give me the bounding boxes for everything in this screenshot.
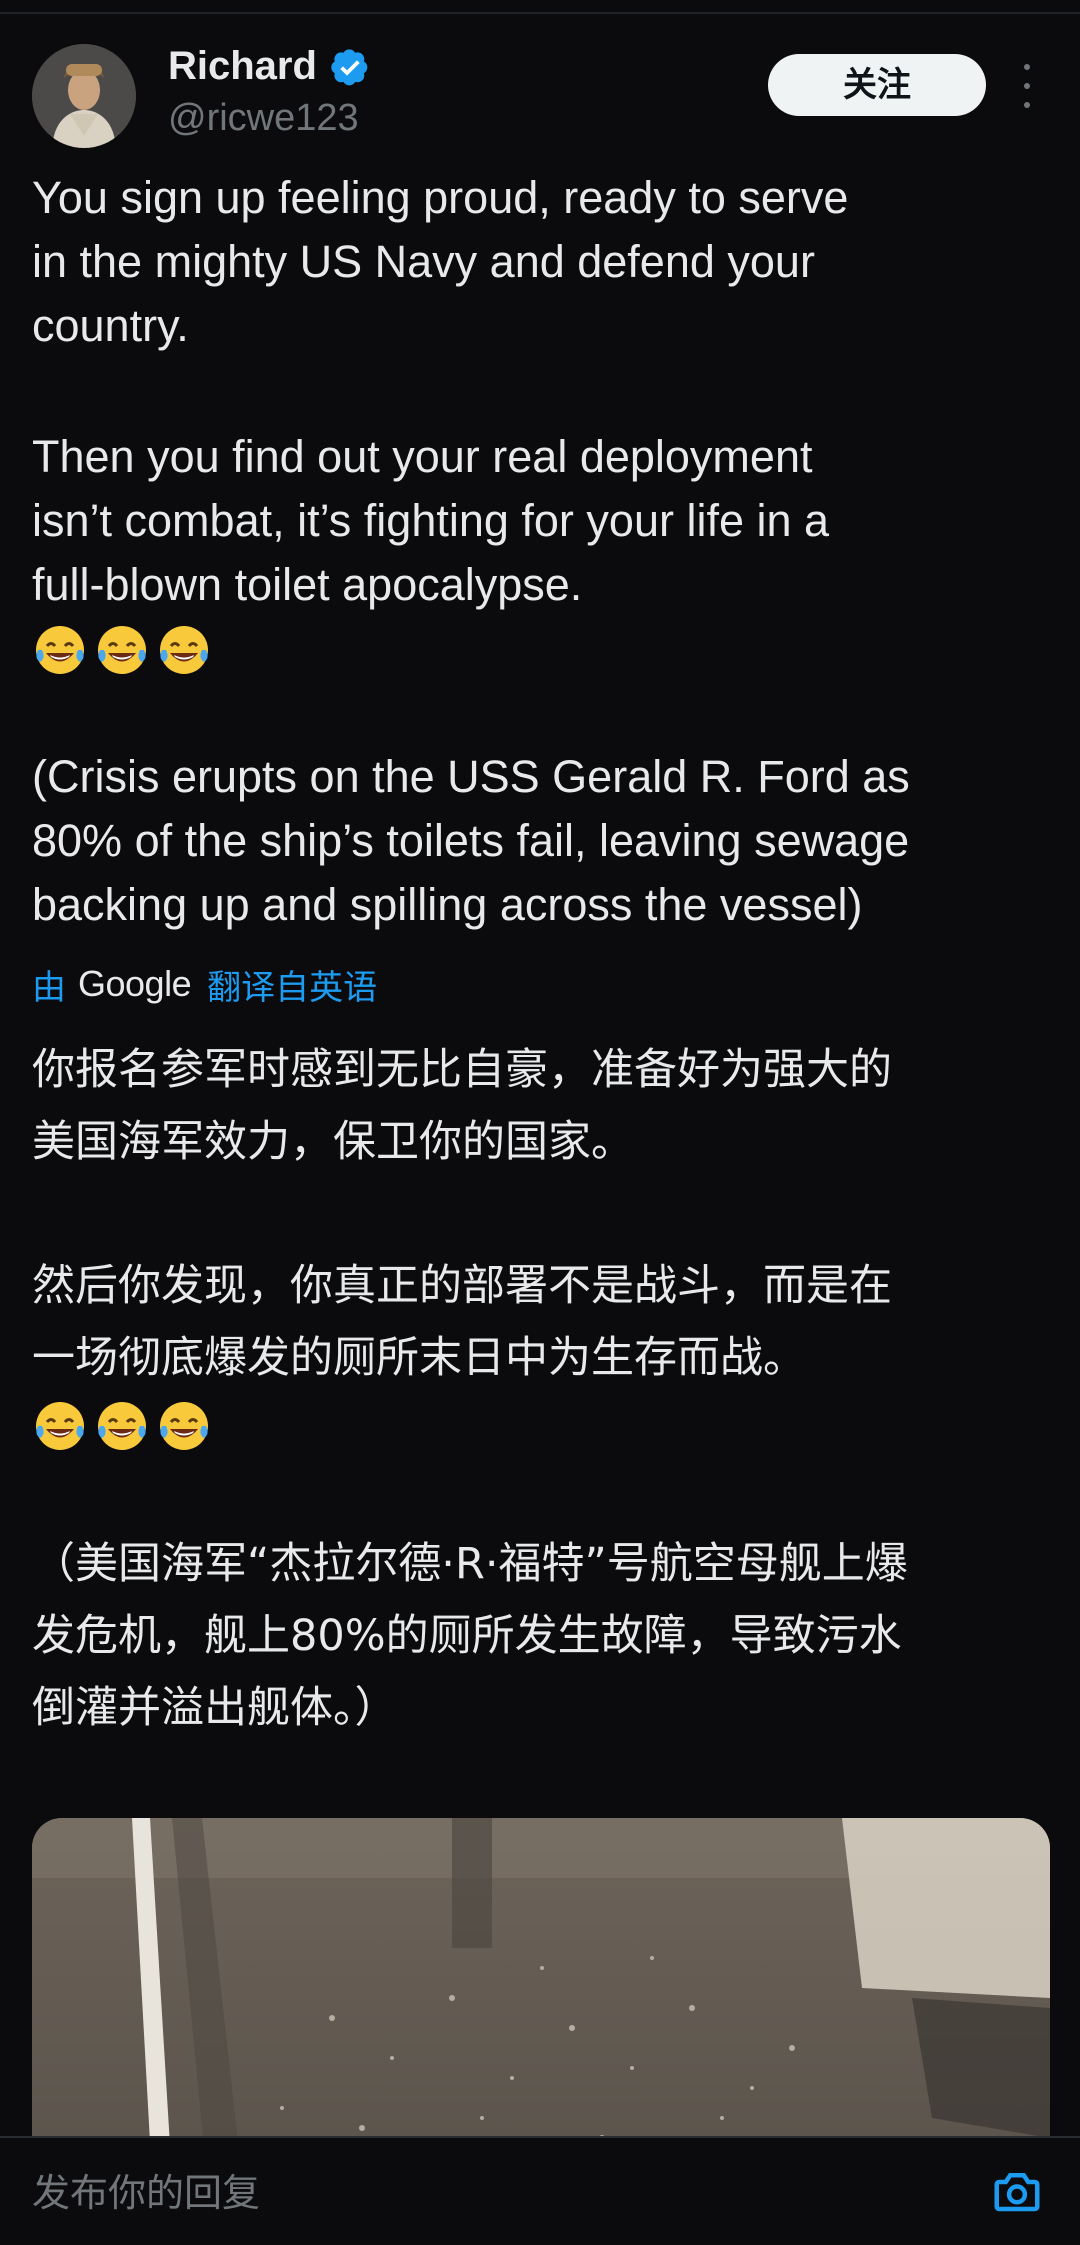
google-logo: Google xyxy=(78,963,192,1004)
face-with-tears-of-joy-icon xyxy=(98,626,146,674)
translated-paragraph-2: 然后你发现，你真正的部署不是战斗，而是在 一场彻底爆发的厕所末日中为生存而战。 xyxy=(32,1261,892,1383)
face-with-tears-of-joy-icon xyxy=(160,1402,208,1450)
more-vertical-icon[interactable] xyxy=(1012,64,1042,108)
follow-button[interactable]: 关注 xyxy=(768,54,986,116)
face-with-tears-of-joy-icon xyxy=(160,626,208,674)
face-with-tears-of-joy-icon xyxy=(36,626,84,674)
face-with-tears-of-joy-icon xyxy=(36,1402,84,1450)
user-handle[interactable]: @ricwe123 xyxy=(168,94,359,142)
display-name[interactable]: Richard xyxy=(168,40,317,92)
camera-icon[interactable] xyxy=(990,2164,1044,2218)
post-media-video[interactable] xyxy=(32,1818,1050,2178)
avatar[interactable] xyxy=(32,44,136,148)
translated-paragraph-1: 你报名参军时感到无比自豪，准备好为强大的 美国海军效力，保卫你的国家。 xyxy=(32,1045,892,1167)
avatar-portrait-image xyxy=(32,44,136,148)
verified-badge-icon xyxy=(331,49,368,86)
reply-bar: 发布你的回复 xyxy=(0,2136,1080,2245)
reply-input[interactable]: 发布你的回复 xyxy=(32,2166,260,2220)
translated-paragraph-3: （美国海军“杰拉尔德·R·福特”号航空母舰上爆 发危机，舰上80%的厕所发生故障… xyxy=(32,1539,908,1733)
translated-emoji-row xyxy=(32,1398,212,1458)
translated-by-label: 由 xyxy=(32,967,66,1008)
video-frame-image xyxy=(32,1818,1050,2178)
face-with-tears-of-joy-icon xyxy=(98,1402,146,1450)
translated-from-label[interactable]: 翻译自英语 xyxy=(207,960,377,1009)
post-paragraph-1: You sign up feeling proud, ready to serv… xyxy=(32,172,849,351)
translation-attribution[interactable]: 由 Google 翻译自英语 xyxy=(32,960,377,1008)
emoji-row xyxy=(32,622,212,682)
top-divider xyxy=(0,12,1080,14)
post-paragraph-3: (Crisis erupts on the USS Gerald R. Ford… xyxy=(32,751,910,930)
post-paragraph-2: Then you find out your real deployment i… xyxy=(32,431,830,610)
